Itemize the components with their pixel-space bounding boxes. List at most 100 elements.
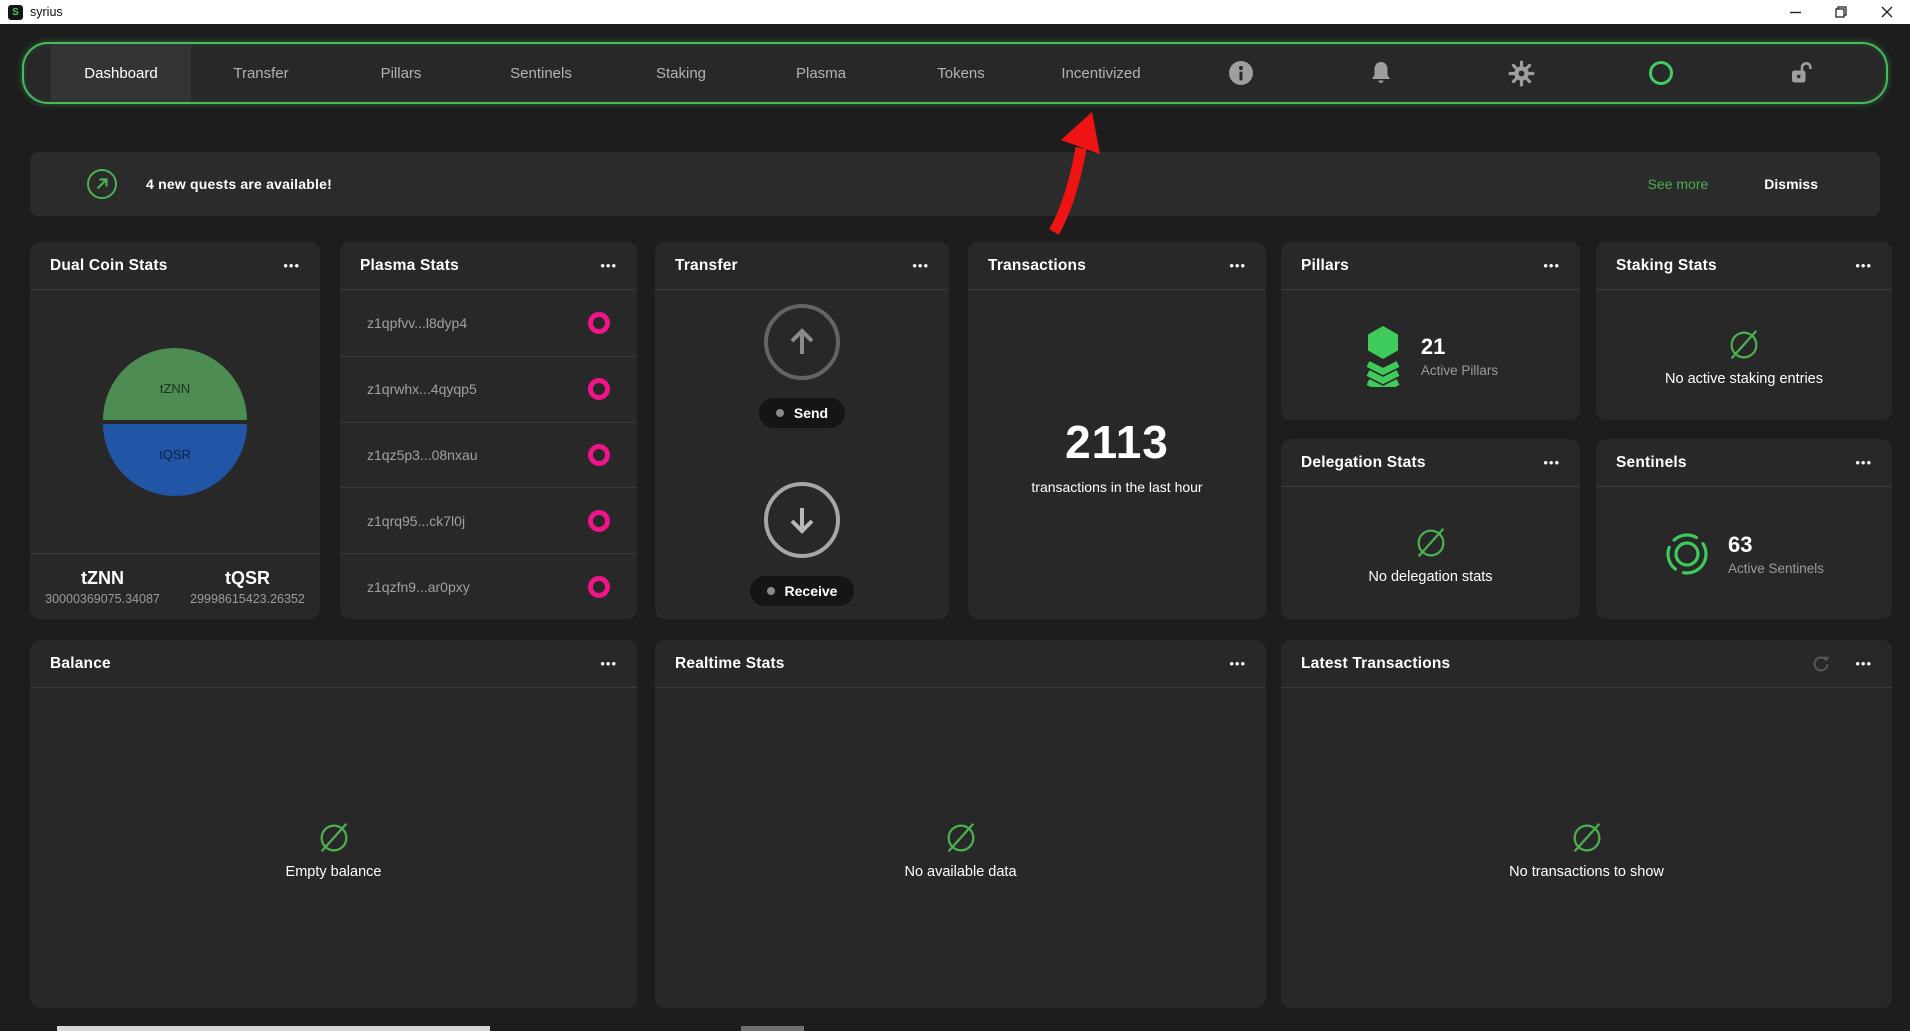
more-menu-icon[interactable]: ••• (1229, 657, 1246, 670)
more-menu-icon[interactable]: ••• (1229, 259, 1246, 272)
tab-tokens[interactable]: Tokens (891, 44, 1031, 102)
card-title: Balance (50, 654, 111, 672)
tab-staking[interactable]: Staking (611, 44, 751, 102)
address-label: z1qrwhx...4qyqp5 (367, 381, 477, 398)
dual-coin-stats-card: Dual Coin Stats ••• tZNN tQSR tZNN 30000… (30, 242, 320, 619)
empty-icon (1730, 329, 1758, 359)
address-label: z1qz5p3...08nxau (367, 446, 478, 463)
plasma-row[interactable]: z1qz5p3...08nxau (340, 421, 637, 488)
plasma-row[interactable]: z1qrq95...ck7l0j (340, 487, 637, 553)
refresh-icon[interactable] (1811, 654, 1831, 674)
more-menu-icon[interactable]: ••• (912, 259, 929, 272)
dual-coin-legend: tZNN 30000369075.34087 tQSR 29998615423.… (30, 553, 320, 619)
tab-sentinels[interactable]: Sentinels (471, 44, 611, 102)
send-circle-button[interactable] (764, 304, 840, 380)
pillars-caption: Active Pillars (1420, 362, 1499, 378)
empty-icon (1573, 822, 1600, 852)
card-title: Staking Stats (1616, 256, 1717, 274)
quest-banner: 4 new quests are available! See more Dis… (30, 152, 1880, 216)
card-title: Delegation Stats (1301, 453, 1426, 471)
plasma-level-ring-icon[interactable] (588, 575, 610, 598)
minimize-button[interactable] (1772, 0, 1818, 24)
notifications-button[interactable] (1311, 44, 1451, 102)
more-menu-icon[interactable]: ••• (1855, 456, 1872, 469)
plasma-row[interactable]: z1qrwhx...4qyqp5 (340, 355, 637, 422)
unlocked-padlock-icon (1792, 62, 1812, 83)
maximize-button[interactable] (1818, 0, 1864, 24)
sync-status-button[interactable] (1591, 44, 1731, 102)
transactions-caption: transactions in the last hour (1031, 479, 1203, 495)
realtime-stats-card: Realtime Stats ••• No available data (655, 640, 1266, 1008)
see-more-button[interactable]: See more (1648, 176, 1709, 192)
tab-pillars[interactable]: Pillars (331, 44, 471, 102)
more-menu-icon[interactable]: ••• (1855, 259, 1872, 272)
receive-label: Receive (784, 583, 838, 599)
settings-button[interactable] (1451, 44, 1591, 102)
app-title: syrius (30, 5, 63, 19)
more-menu-icon[interactable]: ••• (283, 259, 300, 272)
card-title: Transfer (675, 256, 738, 274)
sentinels-caption: Active Sentinels (1727, 560, 1825, 576)
transactions-card: Transactions ••• 2113 transactions in th… (968, 242, 1266, 619)
legend-value: 29998615423.26352 (190, 591, 305, 606)
close-icon (1881, 6, 1893, 18)
card-title: Dual Coin Stats (50, 256, 168, 274)
pie-label-tznn: tZNN (160, 381, 190, 396)
send-dot-icon (775, 409, 784, 417)
dismiss-button[interactable]: Dismiss (1764, 176, 1818, 192)
receive-circle-button[interactable] (764, 482, 840, 558)
close-button[interactable] (1864, 0, 1910, 24)
restore-icon (1835, 6, 1847, 18)
send-label: Send (793, 405, 829, 421)
plasma-row[interactable]: z1qpfvv...l8dyp4 (340, 291, 637, 356)
card-title: Plasma Stats (360, 256, 459, 274)
main-navbar: Dashboard Transfer Pillars Sentinels Sta… (22, 42, 1888, 104)
tab-dashboard[interactable]: Dashboard (51, 44, 191, 102)
plasma-level-ring-icon[interactable] (588, 509, 610, 532)
bottom-scrollbar-thumb[interactable] (741, 1026, 804, 1031)
more-menu-icon[interactable]: ••• (600, 259, 617, 272)
plasma-level-ring-icon[interactable] (588, 443, 610, 466)
sync-status-icon (1649, 61, 1673, 85)
address-label: z1qrq95...ck7l0j (367, 512, 466, 529)
lock-button[interactable] (1731, 44, 1871, 102)
plasma-row[interactable]: z1qzfn9...ar0pxy (340, 553, 637, 619)
sentinel-icon (1666, 532, 1708, 575)
empty-icon (1417, 527, 1444, 557)
receive-button[interactable]: Receive (749, 576, 855, 606)
gear-icon (1508, 60, 1534, 86)
empty-state-text: No transactions to show (1509, 863, 1664, 880)
transactions-count: 2113 (1065, 416, 1169, 468)
more-menu-icon[interactable]: ••• (1543, 259, 1560, 272)
bottom-scrollbar-track[interactable] (57, 1026, 490, 1031)
plasma-level-ring-icon[interactable] (588, 312, 610, 335)
titlebar: S syrius (0, 0, 1910, 24)
send-button[interactable]: Send (758, 398, 846, 428)
card-title: Transactions (988, 256, 1087, 274)
plasma-level-ring-icon[interactable] (588, 378, 610, 401)
legend-value: 30000369075.34087 (45, 591, 160, 606)
empty-state-text: Empty balance (285, 863, 382, 880)
empty-state-text: No delegation stats (1368, 568, 1493, 585)
address-label: z1qpfvv...l8dyp4 (367, 315, 468, 332)
more-menu-icon[interactable]: ••• (1543, 456, 1560, 469)
app-logo-icon: S (8, 4, 23, 20)
info-button[interactable] (1171, 44, 1311, 102)
sentinels-card: Sentinels ••• 63 Active Sentinels (1596, 439, 1892, 619)
empty-state-text: No available data (904, 863, 1017, 880)
arrow-up-icon (790, 328, 814, 354)
delegation-stats-card: Delegation Stats ••• No delegation stats (1281, 439, 1580, 619)
more-menu-icon[interactable]: ••• (600, 657, 617, 670)
staking-stats-card: Staking Stats ••• No active staking entr… (1596, 242, 1892, 420)
quest-banner-message: 4 new quests are available! (146, 176, 332, 192)
tab-incentivized[interactable]: Incentivized (1031, 44, 1171, 102)
pillars-card: Pillars ••• 21 Active Pillars (1281, 242, 1580, 420)
empty-state-text: No active staking entries (1665, 370, 1823, 387)
quest-arrow-icon (87, 169, 117, 199)
dual-coin-pie-chart: tZNN tQSR (30, 291, 320, 553)
tab-plasma[interactable]: Plasma (751, 44, 891, 102)
bell-icon (1372, 62, 1390, 83)
more-menu-icon[interactable]: ••• (1855, 657, 1872, 670)
legend-symbol: tZNN (81, 567, 124, 588)
tab-transfer[interactable]: Transfer (191, 44, 331, 102)
